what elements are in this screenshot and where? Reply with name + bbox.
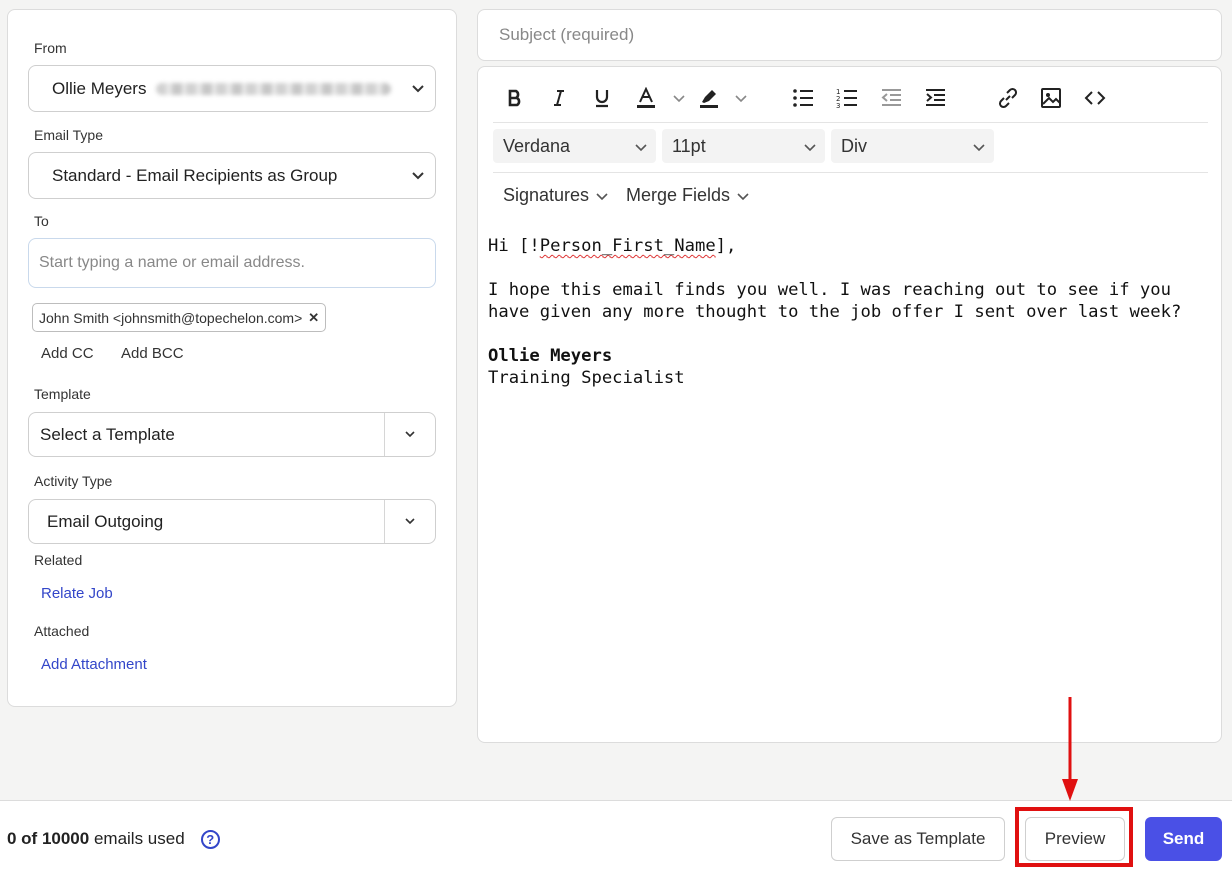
add-cc-link[interactable]: Add CC [41, 345, 94, 362]
chevron-down-icon [635, 144, 647, 152]
email-body[interactable]: Hi [!Person_First_Name], I hope this ema… [488, 235, 1208, 389]
related-label: Related [34, 552, 83, 568]
merge-fields-menu[interactable]: Merge Fields [626, 185, 750, 206]
toolbar-divider [493, 172, 1208, 173]
greeting-line: Hi [!Person_First_Name], [488, 235, 1208, 257]
outdent-icon[interactable] [878, 85, 904, 111]
chevron-down-icon [804, 144, 816, 152]
greeting-suffix: ], [715, 236, 737, 256]
body-paragraph: I hope this email finds you well. I was … [488, 280, 1182, 322]
activity-type-select[interactable]: Email Outgoing [28, 499, 436, 544]
add-bcc-link[interactable]: Add BCC [121, 345, 184, 362]
redacted-email [156, 82, 392, 95]
italic-icon[interactable] [546, 85, 572, 111]
chevron-down-icon [973, 144, 985, 152]
send-button[interactable]: Send [1145, 817, 1222, 861]
to-label: To [34, 213, 49, 229]
email-usage: 0 of 10000 emails used ? [7, 829, 220, 849]
arrow-down-icon [1062, 697, 1078, 801]
chevron-down-icon[interactable] [666, 85, 692, 111]
chevron-down-icon [405, 431, 415, 438]
template-label: Template [34, 386, 91, 402]
highlight-icon[interactable] [696, 85, 722, 111]
divider [384, 413, 385, 456]
font-size-value: 11pt [672, 135, 706, 156]
activity-type-value: Email Outgoing [47, 511, 164, 531]
template-value: Select a Template [40, 424, 175, 444]
from-select[interactable]: Ollie Meyers [28, 65, 436, 112]
email-type-label: Email Type [34, 127, 103, 143]
recipient-chip: John Smith <johnsmith@topechelon.com> ✕ [32, 303, 327, 332]
chevron-down-icon [405, 518, 415, 525]
email-settings-panel: From Ollie Meyers Email Type Standard - … [7, 9, 457, 707]
chevron-down-icon [412, 172, 424, 180]
from-value: Ollie Meyers [52, 78, 147, 98]
chevron-down-icon [737, 192, 749, 200]
from-label: From [34, 40, 67, 56]
bold-icon[interactable] [502, 85, 528, 111]
signatures-label: Signatures [503, 185, 590, 205]
code-icon[interactable] [1082, 85, 1108, 111]
bullet-list-icon[interactable] [790, 85, 816, 111]
remove-recipient-icon[interactable]: ✕ [308, 310, 319, 326]
add-attachment-link[interactable]: Add Attachment [41, 656, 147, 673]
signature-name: Ollie Meyers [488, 346, 613, 366]
email-type-value: Standard - Email Recipients as Group [52, 165, 338, 185]
recipient-chip-label: John Smith <johnsmith@topechelon.com> [39, 309, 303, 326]
greeting-prefix: Hi [! [488, 236, 540, 256]
subject-input[interactable]: Subject (required) [477, 9, 1222, 61]
usage-count: 0 of 10000 [7, 829, 90, 848]
signature-title: Training Specialist [488, 368, 685, 388]
font-size-select[interactable]: 11pt [662, 129, 825, 163]
numbered-list-icon[interactable]: 123 [834, 85, 860, 111]
preview-highlight-box [1015, 807, 1133, 867]
usage-suffix: emails used [89, 829, 185, 848]
relate-job-link[interactable]: Relate Job [41, 585, 113, 602]
divider [384, 500, 385, 543]
to-input[interactable]: Start typing a name or email address. [28, 238, 436, 288]
link-icon[interactable] [995, 85, 1021, 111]
subject-placeholder: Subject (required) [499, 25, 635, 44]
save-as-template-button[interactable]: Save as Template [831, 817, 1005, 861]
activity-type-label: Activity Type [34, 473, 113, 489]
signatures-menu[interactable]: Signatures [503, 185, 609, 206]
chevron-down-icon [412, 85, 424, 93]
indent-icon[interactable] [922, 85, 948, 111]
font-family-value: Verdana [503, 135, 571, 156]
chevron-down-icon[interactable] [728, 85, 754, 111]
chevron-down-icon [596, 192, 608, 200]
svg-text:3: 3 [836, 102, 840, 109]
help-icon[interactable]: ? [200, 829, 220, 849]
attached-label: Attached [34, 623, 90, 639]
merge-fields-label: Merge Fields [626, 185, 731, 205]
block-format-select[interactable]: Div [831, 129, 994, 163]
template-select[interactable]: Select a Template [28, 412, 436, 457]
merge-field-token: Person_First_Name [539, 236, 716, 256]
font-family-select[interactable]: Verdana [493, 129, 656, 163]
toolbar-divider [493, 122, 1208, 123]
rich-text-editor: 123 Verdana 11pt Div Signatures Merge Fi… [477, 66, 1222, 743]
text-color-icon[interactable] [633, 85, 659, 111]
to-placeholder: Start typing a name or email address. [39, 254, 305, 271]
email-type-select[interactable]: Standard - Email Recipients as Group [28, 152, 436, 199]
image-icon[interactable] [1038, 85, 1064, 111]
underline-icon[interactable] [589, 85, 615, 111]
block-format-value: Div [841, 135, 867, 156]
